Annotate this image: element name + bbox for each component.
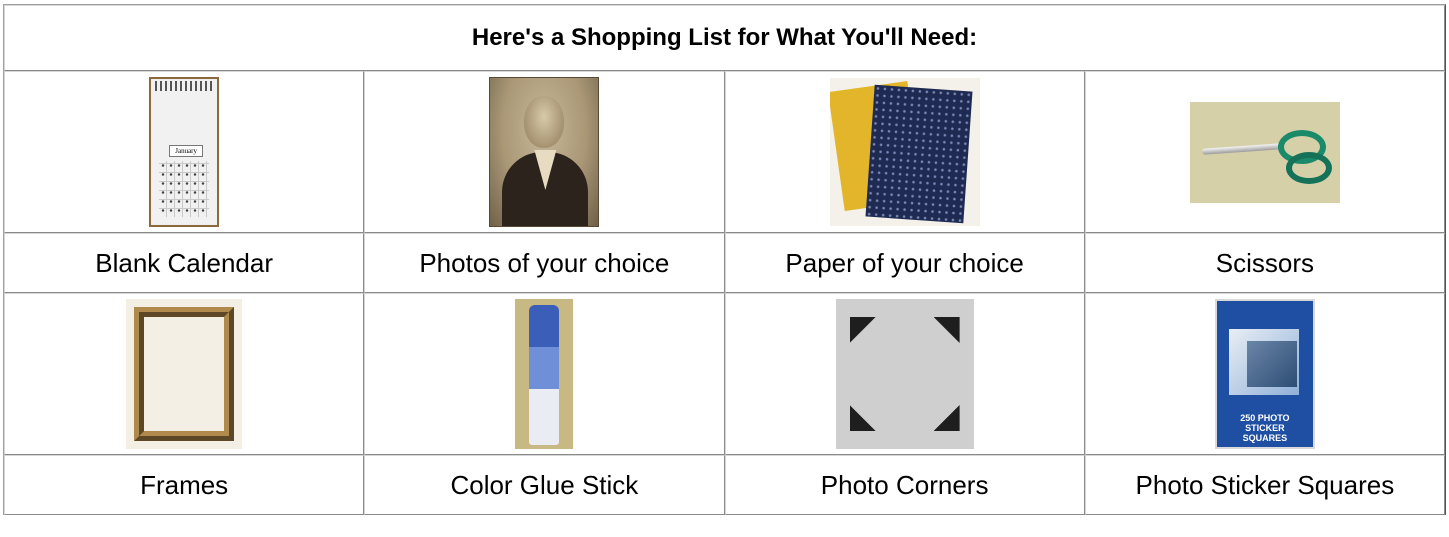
item-label-sticker-squares: Photo Sticker Squares — [1084, 455, 1445, 515]
cell-photo-image — [364, 71, 725, 233]
scissors-image — [1189, 101, 1340, 203]
item-label-frames: Frames — [4, 455, 365, 515]
cell-frame-image — [4, 293, 365, 455]
glue-stick-image — [515, 299, 574, 449]
shopping-list-table: Here's a Shopping List for What You'll N… — [3, 4, 1446, 515]
table-title: Here's a Shopping List for What You'll N… — [4, 5, 1445, 71]
cell-photo-corners-image — [724, 293, 1085, 455]
photo-corners-image — [835, 299, 974, 449]
item-label-paper: Paper of your choice — [724, 233, 1085, 293]
item-label-glue-stick: Color Glue Stick — [364, 455, 725, 515]
cell-glue-stick-image — [364, 293, 725, 455]
cell-blank-calendar-image: January — [4, 71, 365, 233]
item-label-scissors: Scissors — [1084, 233, 1445, 293]
item-label-blank-calendar: Blank Calendar — [4, 233, 365, 293]
item-label-photo-corners: Photo Corners — [724, 455, 1085, 515]
cell-scissors-image — [1084, 71, 1445, 233]
cell-sticker-squares-image: 250 PHOTO STICKER SQUARES — [1084, 293, 1445, 455]
blank-calendar-image: January — [149, 77, 220, 227]
paper-frame-image — [126, 299, 243, 449]
patterned-paper-image — [829, 78, 980, 226]
item-label-photos: Photos of your choice — [364, 233, 725, 293]
vintage-photo-image — [489, 77, 600, 227]
cell-paper-image — [724, 71, 1085, 233]
sticker-squares-package-image: 250 PHOTO STICKER SQUARES — [1214, 299, 1315, 449]
